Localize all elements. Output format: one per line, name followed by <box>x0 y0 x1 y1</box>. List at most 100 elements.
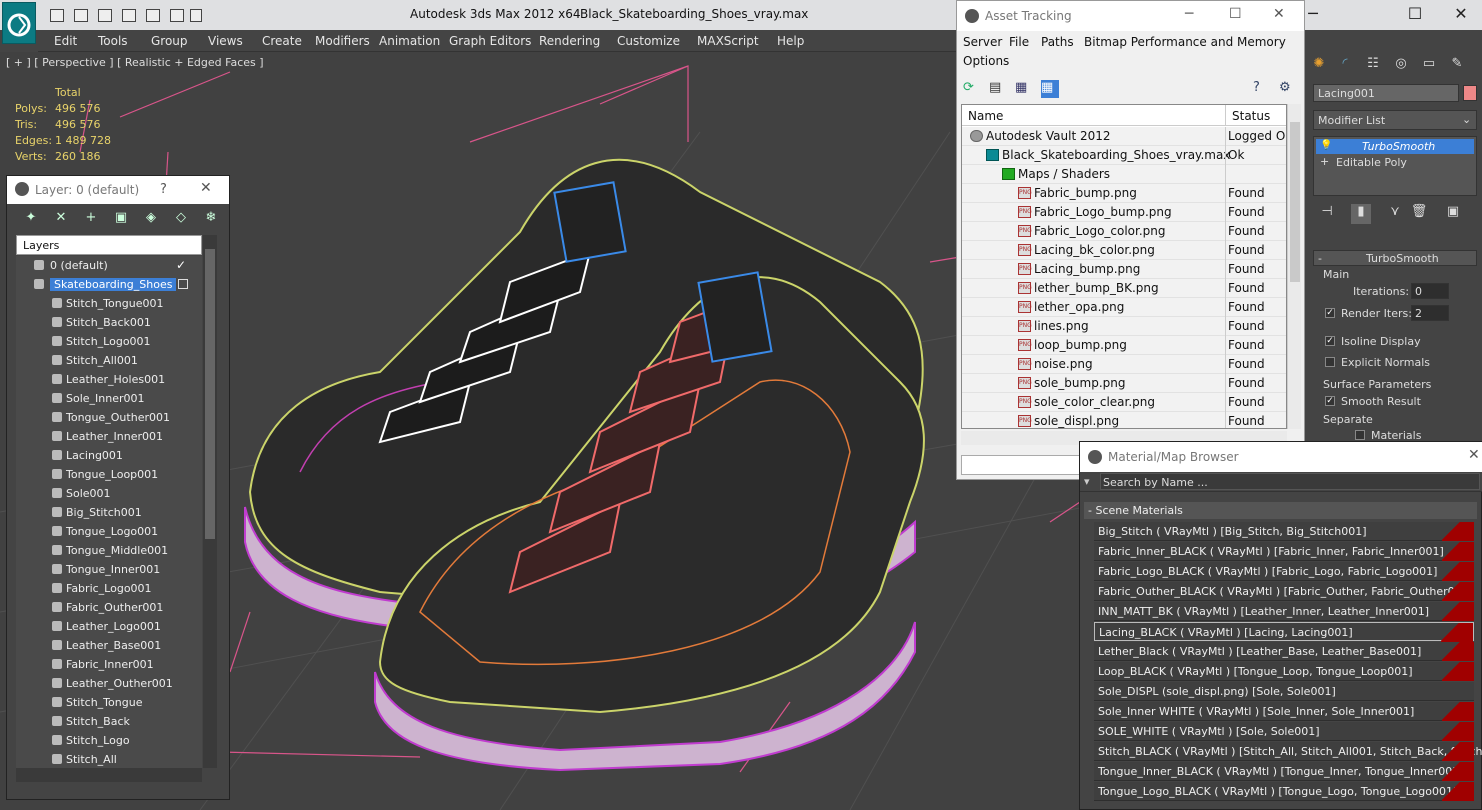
hide-all-icon[interactable]: ◇ <box>173 210 189 226</box>
menu-file[interactable]: File <box>1009 35 1029 49</box>
create-layer-icon[interactable]: ✦ <box>23 210 39 226</box>
menu-create[interactable]: Create <box>262 34 302 48</box>
layer-row[interactable]: Skateboarding_Shoes <box>16 275 202 294</box>
maximize-icon[interactable]: ☐ <box>1229 6 1242 22</box>
asset-row[interactable]: PNG noise.png Found <box>962 355 1286 374</box>
scroll-thumb[interactable] <box>1290 122 1300 282</box>
thumbnail-icon[interactable]: ▦ <box>1015 80 1033 98</box>
menu-edit[interactable]: Edit <box>54 34 77 48</box>
column-name[interactable]: Name <box>962 105 1226 126</box>
material-row[interactable]: SOLE_WHITE ( VRayMtl ) [Sole, Sole001] <box>1094 722 1474 741</box>
save-icon[interactable] <box>98 9 112 22</box>
help-icon[interactable]: ? <box>1253 80 1271 98</box>
layer-panel-header[interactable]: Layer: 0 (default) ? ✕ <box>7 176 229 204</box>
layer-row[interactable]: Fabric_Logo001 <box>16 579 202 598</box>
column-status[interactable]: Status <box>1226 105 1286 126</box>
layer-scrollbar[interactable] <box>203 235 217 768</box>
layer-row[interactable]: Stitch_Back <box>16 712 202 731</box>
turbosmooth-rollout-header[interactable]: - TurboSmooth <box>1313 250 1477 266</box>
isoline-checkbox[interactable]: ✓ <box>1325 336 1335 346</box>
asset-row[interactable]: PNG Fabric_Logo_bump.png Found <box>962 203 1286 222</box>
layer-row[interactable]: Tongue_Outher001 <box>16 408 202 427</box>
asset-row[interactable]: PNG lether_opa.png Found <box>962 298 1286 317</box>
menu-help[interactable]: Help <box>777 34 804 48</box>
select-objects-icon[interactable]: ▣ <box>113 210 129 226</box>
scroll-thumb[interactable] <box>205 249 215 539</box>
layer-row[interactable]: Stitch_All001 <box>16 351 202 370</box>
scene-materials-group[interactable]: - Scene Materials <box>1084 502 1477 519</box>
object-name-field[interactable]: Lacing001 <box>1313 84 1459 102</box>
layer-row[interactable]: Leather_Holes001 <box>16 370 202 389</box>
close-icon[interactable]: ✕ <box>1273 6 1285 22</box>
material-row[interactable]: Tongue_Logo_BLACK ( VRayMtl ) [Tongue_Lo… <box>1094 782 1474 801</box>
menu-bitmap-performance[interactable]: Bitmap Performance and Memory <box>1084 35 1286 49</box>
layer-row[interactable]: Leather_Base001 <box>16 636 202 655</box>
asset-row[interactable]: Black_Skateboarding_Shoes_vray.max Ok <box>962 146 1286 165</box>
motion-tab-icon[interactable]: ◎ <box>1391 56 1411 76</box>
layer-row[interactable]: Fabric_Outher001 <box>16 598 202 617</box>
asset-row[interactable]: Autodesk Vault 2012 Logged O <box>962 127 1286 146</box>
layer-row[interactable]: Tongue_Middle001 <box>16 541 202 560</box>
set-current-layer-icon[interactable] <box>178 279 188 289</box>
asset-row[interactable]: PNG Lacing_bk_color.png Found <box>962 241 1286 260</box>
material-row[interactable]: Fabric_Inner_BLACK ( VRayMtl ) [Fabric_I… <box>1094 542 1474 561</box>
asset-row[interactable]: Maps / Shaders <box>962 165 1286 184</box>
layer-row[interactable]: 0 (default) ✓ <box>16 256 202 275</box>
dropdown-icon[interactable] <box>190 9 202 22</box>
modifier-list-dropdown[interactable]: Modifier List ⌄ <box>1313 110 1477 130</box>
menu-tools[interactable]: Tools <box>98 34 128 48</box>
render-iters-checkbox[interactable]: ✓ <box>1325 308 1335 318</box>
display-tab-icon[interactable]: ▭ <box>1419 56 1439 76</box>
material-search-bar[interactable]: ▾ Search by Name ... <box>1080 472 1482 492</box>
menu-server[interactable]: Server <box>963 35 1002 49</box>
utilities-tab-icon[interactable]: ✎ <box>1447 56 1467 76</box>
stack-item-turbosmooth[interactable]: 💡 TurboSmooth <box>1316 139 1474 154</box>
layer-row[interactable]: Sole_Inner001 <box>16 389 202 408</box>
render-iters-spinner[interactable]: 2 <box>1411 305 1449 321</box>
menu-graph-editors[interactable]: Graph Editors <box>449 34 531 48</box>
hierarchy-tab-icon[interactable]: ☷ <box>1363 56 1383 76</box>
search-options-icon[interactable]: ▾ <box>1084 475 1090 488</box>
redo-icon[interactable] <box>146 9 160 22</box>
asset-row[interactable]: PNG sole_displ.png Found <box>962 412 1286 428</box>
list-view-icon[interactable]: ▤ <box>989 80 1007 98</box>
configure-sets-icon[interactable]: ▣ <box>1443 204 1463 224</box>
asset-row[interactable]: PNG Fabric_bump.png Found <box>962 184 1286 203</box>
layers-column-header[interactable]: Layers <box>16 235 202 255</box>
menu-views[interactable]: Views <box>208 34 243 48</box>
asset-row[interactable]: PNG Lacing_bump.png Found <box>962 260 1286 279</box>
modify-tab-icon[interactable]: ◜ <box>1335 56 1355 76</box>
expand-icon[interactable]: + <box>1320 155 1329 168</box>
minimize-icon[interactable]: ─ <box>1185 6 1193 22</box>
app-logo-icon[interactable] <box>2 2 36 44</box>
menu-paths[interactable]: Paths <box>1041 35 1074 49</box>
delete-layer-icon[interactable]: ✕ <box>53 210 69 226</box>
project-icon[interactable] <box>170 9 184 22</box>
material-row[interactable]: Sole_Inner WHITE ( VRayMtl ) [Sole_Inner… <box>1094 702 1474 721</box>
menu-group[interactable]: Group <box>151 34 188 48</box>
menu-options[interactable]: Options <box>963 54 1009 68</box>
layer-row[interactable]: Lacing001 <box>16 446 202 465</box>
add-to-layer-icon[interactable]: + <box>83 210 99 226</box>
layer-row[interactable]: Leather_Logo001 <box>16 617 202 636</box>
asset-row[interactable]: PNG loop_bump.png Found <box>962 336 1286 355</box>
current-layer-check-icon[interactable]: ✓ <box>176 258 186 272</box>
asset-tracking-header[interactable]: Asset Tracking ─ ☐ ✕ <box>957 1 1304 31</box>
layer-row[interactable]: Tongue_Logo001 <box>16 522 202 541</box>
make-unique-icon[interactable]: ⋎ <box>1385 204 1405 224</box>
create-tab-icon[interactable]: ✺ <box>1309 56 1329 76</box>
help-icon[interactable]: ? <box>160 182 167 197</box>
asset-row[interactable]: PNG lether_bump_BK.png Found <box>962 279 1286 298</box>
menu-maxscript[interactable]: MAXScript <box>697 34 759 48</box>
explicit-normals-checkbox[interactable] <box>1325 357 1335 367</box>
show-end-result-icon[interactable]: ▮ <box>1351 204 1371 224</box>
viewport-label[interactable]: [ + ] [ Perspective ] [ Realistic + Edge… <box>6 56 264 69</box>
object-color-swatch[interactable] <box>1463 85 1477 101</box>
close-icon[interactable]: ✕ <box>1468 447 1480 463</box>
layer-row[interactable]: Stitch_Tongue <box>16 693 202 712</box>
material-row[interactable]: Fabric_Logo_BLACK ( VRayMtl ) [Fabric_Lo… <box>1094 562 1474 581</box>
asset-scrollbar[interactable] <box>1287 104 1301 429</box>
open-icon[interactable] <box>74 9 88 22</box>
material-row[interactable]: Tongue_Inner_BLACK ( VRayMtl ) [Tongue_I… <box>1094 762 1474 781</box>
menu-animation[interactable]: Animation <box>379 34 440 48</box>
